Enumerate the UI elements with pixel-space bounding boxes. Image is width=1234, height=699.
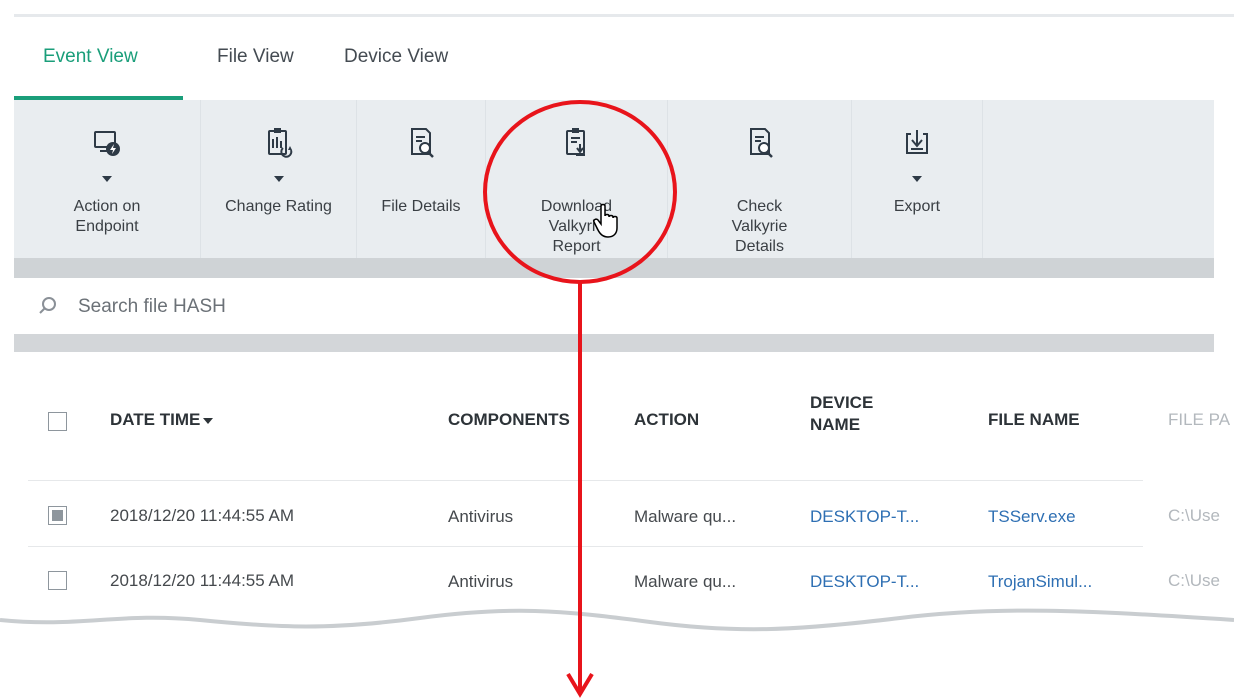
chevron-down-icon: [102, 176, 112, 182]
export-label: Export: [893, 198, 941, 215]
search-bar: [14, 278, 1214, 334]
change-rating-button[interactable]: Change Rating: [201, 100, 356, 258]
events-table: DATE TIME COMPONENTS ACTION DEVICE NAME …: [14, 352, 1234, 626]
row-divider: [28, 546, 1143, 547]
document-search-icon: [411, 128, 434, 158]
tab-device-view[interactable]: Device View: [344, 46, 448, 68]
chevron-down-icon: [912, 176, 922, 182]
export-button[interactable]: Export: [852, 100, 982, 258]
select-all-checkbox[interactable]: [48, 412, 67, 431]
torn-edge: [0, 608, 1234, 646]
column-header-file-name[interactable]: FILE NAME: [988, 409, 1080, 431]
search-icon: [39, 297, 56, 314]
search-shadow: [14, 334, 1214, 352]
toolbar-divider: [982, 100, 983, 258]
search-input[interactable]: [76, 288, 680, 326]
date-time-cell: 2018/12/20 11:44:55 AM: [110, 506, 295, 525]
main-panel: Event View File View Device View Action …: [14, 14, 1234, 626]
check-valkyrie-details-button[interactable]: Check Valkyrie Details: [668, 100, 851, 258]
component-cell: Antivirus: [448, 507, 514, 526]
file-details-button[interactable]: File Details: [357, 100, 485, 258]
document-search-icon: [749, 128, 773, 158]
file-path-cell: C:\Use: [1168, 571, 1220, 590]
download-valkyrie-report-label: Download Valkyrie Report: [540, 198, 613, 255]
toolbar: Action on Endpoint Change Rating File De…: [14, 100, 1214, 258]
download-valkyrie-report-button[interactable]: Download Valkyrie Report: [486, 100, 667, 258]
top-divider: [14, 14, 1234, 17]
column-header-device-name[interactable]: DEVICE NAME: [810, 392, 910, 436]
clipboard-refresh-icon: [267, 128, 292, 158]
date-time-cell: 2018/12/20 11:44:55 AM: [110, 571, 295, 590]
column-header-date-time[interactable]: DATE TIME: [110, 409, 214, 431]
export-icon: [906, 130, 928, 154]
component-cell: Antivirus: [448, 572, 514, 591]
action-cell: Malware qu...: [634, 507, 737, 526]
file-details-label: File Details: [381, 198, 461, 215]
sort-desc-icon: [203, 417, 214, 424]
row-checkbox[interactable]: [48, 506, 67, 525]
clipboard-download-icon: [565, 128, 585, 156]
action-cell: Malware qu...: [634, 572, 737, 591]
chevron-down-icon: [273, 176, 284, 182]
column-header-date-time-label: DATE TIME: [110, 410, 201, 429]
file-name-link[interactable]: TSServ.exe: [988, 507, 1076, 527]
view-tabs: Event View File View Device View: [14, 36, 1234, 96]
callout-arrow-head: [566, 672, 594, 698]
file-name-link[interactable]: TrojanSimul...: [988, 572, 1092, 592]
column-header-components[interactable]: COMPONENTS: [448, 409, 570, 431]
device-link[interactable]: DESKTOP-T...: [810, 572, 919, 592]
tab-file-view[interactable]: File View: [217, 46, 294, 68]
column-header-file-path[interactable]: FILE PA: [1168, 409, 1230, 431]
monitor-bolt-icon: [94, 131, 120, 156]
check-valkyrie-details-label: Check Valkyrie Details: [731, 198, 788, 255]
file-path-cell: C:\Use: [1168, 506, 1220, 525]
tab-event-view[interactable]: Event View: [43, 46, 138, 68]
row-checkbox[interactable]: [48, 571, 67, 590]
action-on-endpoint-button[interactable]: Action on Endpoint: [14, 100, 200, 258]
row-divider: [28, 480, 1143, 481]
device-link[interactable]: DESKTOP-T...: [810, 507, 919, 527]
column-header-action[interactable]: ACTION: [634, 409, 699, 431]
toolbar-shadow: [14, 258, 1214, 278]
change-rating-label: Change Rating: [225, 198, 332, 215]
action-on-endpoint-label: Action on Endpoint: [73, 198, 141, 235]
